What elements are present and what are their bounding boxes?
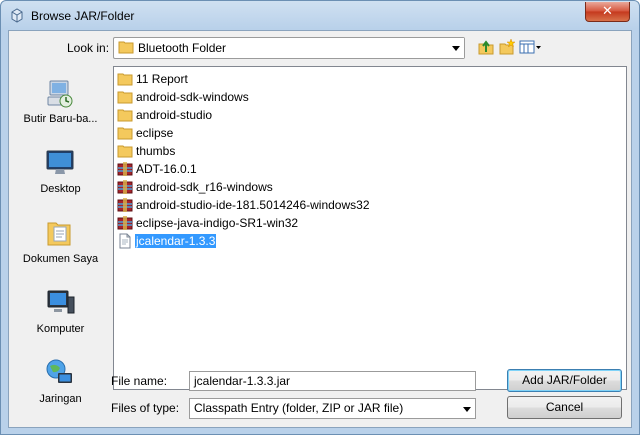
dialog-body: Look in: Bluetooth Folder Butir Baru-ba.…: [8, 30, 632, 428]
file-name: eclipse-java-indigo-SR1-win32: [136, 216, 299, 230]
file-name: thumbs: [136, 144, 176, 158]
folder-icon: [117, 91, 133, 104]
file-name: 11 Report: [136, 72, 188, 86]
file-name-label: File name:: [111, 374, 168, 388]
file-name: android-studio: [136, 108, 213, 122]
file-name: ADT-16.0.1: [136, 162, 197, 176]
place-label: Dokumen Saya: [22, 253, 99, 265]
folder-icon: [117, 145, 133, 158]
look-in-label: Look in:: [67, 41, 110, 55]
place-computer[interactable]: Komputer: [14, 287, 107, 351]
place-desktop[interactable]: Desktop: [14, 147, 107, 211]
file-name: eclipse: [136, 126, 174, 140]
places-bar: Butir Baru-ba... Desktop Dokumen Saya Ko…: [14, 67, 107, 405]
recent-items-icon: [47, 80, 73, 108]
documents-icon: [47, 222, 71, 246]
folder-icon: [118, 41, 134, 54]
look-in-combo[interactable]: Bluetooth Folder: [113, 37, 465, 59]
view-menu-icon[interactable]: [519, 38, 543, 56]
file-name: jcalendar-1.3.3: [133, 233, 218, 249]
java-cup-icon: [11, 8, 23, 23]
folder-icon: [117, 127, 133, 140]
file-list[interactable]: 11 Report android-sdk-windows android-st…: [113, 66, 627, 390]
chevron-down-icon[interactable]: [447, 38, 464, 58]
file-type-label: Files of type:: [111, 401, 180, 415]
file-name: android-studio-ide-181.5014246-windows32: [136, 198, 370, 212]
place-label: Jaringan: [39, 393, 82, 405]
cancel-button[interactable]: Cancel: [507, 396, 622, 419]
file-name: android-sdk-windows: [136, 90, 249, 104]
archive-icon: [117, 180, 133, 194]
window-title: Browse JAR/Folder: [31, 9, 135, 23]
folder-icon: [117, 109, 133, 122]
add-jar-folder-button[interactable]: Add JAR/Folder: [507, 369, 622, 392]
jar-file-icon: [119, 233, 131, 249]
close-button[interactable]: ✕: [585, 2, 630, 22]
title-bar[interactable]: Browse JAR/Folder ✕: [1, 1, 639, 31]
file-name-input[interactable]: jcalendar-1.3.3.jar: [189, 371, 476, 391]
place-label: Butir Baru-ba...: [23, 113, 98, 125]
place-documents[interactable]: Dokumen Saya: [14, 217, 107, 281]
desktop-icon: [46, 150, 74, 174]
archive-icon: [117, 216, 133, 230]
archive-icon: [117, 198, 133, 212]
network-icon: [46, 359, 72, 383]
computer-icon: [47, 290, 75, 314]
file-type-value: Classpath Entry (folder, ZIP or JAR file…: [194, 401, 404, 415]
new-folder-icon[interactable]: [498, 38, 516, 56]
file-name: android-sdk_r16-windows: [136, 180, 273, 194]
place-recent-items[interactable]: Butir Baru-ba...: [14, 77, 107, 141]
look-in-value: Bluetooth Folder: [138, 41, 227, 55]
dialog-window: Browse JAR/Folder ✕ Look in: Bluetooth F…: [0, 0, 640, 435]
place-network[interactable]: Jaringan: [14, 357, 107, 421]
place-label: Desktop: [40, 183, 81, 195]
folder-icon: [117, 73, 133, 86]
chevron-down-icon[interactable]: [458, 399, 475, 418]
file-type-select[interactable]: Classpath Entry (folder, ZIP or JAR file…: [189, 398, 476, 419]
place-label: Komputer: [36, 323, 85, 335]
archive-icon: [117, 162, 133, 176]
up-folder-icon[interactable]: [477, 38, 495, 56]
file-name-value: jcalendar-1.3.3.jar: [194, 374, 291, 388]
